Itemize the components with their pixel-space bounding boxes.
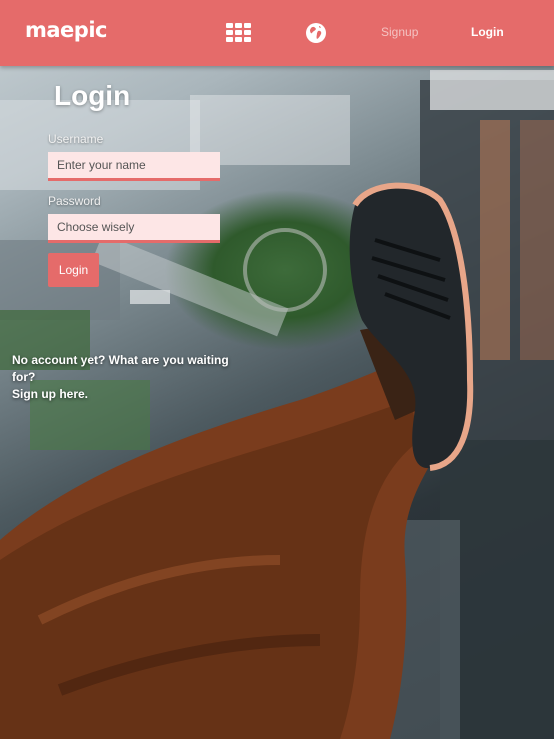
login-button[interactable]: Login (48, 253, 99, 287)
top-navbar: maepic Signup Login (0, 0, 554, 66)
signup-prompt: No account yet? What are you waiting for… (12, 352, 252, 403)
nav-signup-link[interactable]: Signup (381, 25, 418, 39)
apps-grid-icon[interactable] (226, 23, 251, 43)
username-label: Username (48, 132, 104, 146)
globe-icon[interactable] (305, 22, 327, 44)
nav-login-link[interactable]: Login (471, 25, 504, 39)
signup-prompt-text: No account yet? What are you waiting for… (12, 353, 229, 384)
brand-logo[interactable]: maepic (25, 18, 107, 42)
password-input[interactable] (48, 214, 220, 243)
signup-link[interactable]: Sign up here. (12, 386, 252, 403)
page-title: Login (54, 80, 131, 111)
username-input[interactable] (48, 152, 220, 181)
password-label: Password (48, 194, 101, 208)
